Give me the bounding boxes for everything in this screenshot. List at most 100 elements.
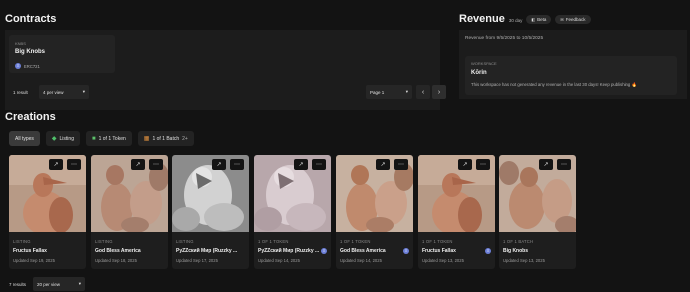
workspace-label: WORKSPACE xyxy=(471,61,497,66)
workspace-card: WORKSPACE Kōrin This workspace has not g… xyxy=(465,56,677,95)
grid-icon: ▦ xyxy=(143,136,150,142)
chevron-right-icon: › xyxy=(437,88,441,96)
creation-name: Fructus Fallax xyxy=(13,248,47,254)
creation-kind: LISTING xyxy=(95,239,113,244)
creation-tile[interactable]: ↗ ⋯ LISTING PyZZский Мир (Ruzzky ... Upd… xyxy=(172,155,249,269)
creations-title: Creations xyxy=(5,111,56,123)
more-icon: ⋯ xyxy=(234,162,240,168)
open-external-button[interactable]: ↗ xyxy=(376,159,390,170)
open-external-button[interactable]: ↗ xyxy=(212,159,226,170)
creation-tile[interactable]: ↗ ⋯ LISTING God Bless America Updated Se… xyxy=(91,155,168,269)
chevron-left-icon: ‹ xyxy=(421,88,425,96)
creations-per-view-select[interactable]: 20 per view ▾ xyxy=(33,277,85,291)
ethereum-icon: Ξ xyxy=(321,248,327,254)
creation-name: PyZZский Мир (Ruzzky ... xyxy=(176,248,238,254)
creations-result-count: 7 results xyxy=(9,282,27,287)
beta-badge: ◧ Beta xyxy=(526,14,552,24)
creation-updated: Updated Sep 14, 2025 xyxy=(340,258,382,263)
more-options-button[interactable]: ⋯ xyxy=(312,159,326,170)
contracts-result-count: 1 result xyxy=(13,90,28,95)
contracts-per-view-select[interactable]: 4 per view ▾ xyxy=(39,85,89,99)
contract-name: Big Knobs xyxy=(15,49,45,55)
external-link-icon: ↗ xyxy=(298,162,304,168)
creation-kind: LISTING xyxy=(13,239,31,244)
creation-tile[interactable]: ↗ ⋯ 1 OF 1 TOKEN God Bless America Ξ Upd… xyxy=(336,155,413,269)
more-icon: ⋯ xyxy=(316,162,322,168)
creation-name: PyZZский Мир (Ruzzky ... xyxy=(258,248,320,254)
revenue-header: Revenue 30 day ◧ Beta ✉ Feedback xyxy=(459,13,591,25)
next-page-button[interactable]: › xyxy=(432,85,446,99)
open-external-button[interactable]: ↗ xyxy=(131,159,145,170)
ethereum-icon: Ξ xyxy=(485,248,491,254)
external-link-icon: ↗ xyxy=(135,162,141,168)
creation-name: Fructus Fallax xyxy=(422,248,456,254)
external-link-icon: ↗ xyxy=(543,162,549,168)
feedback-icon: ✉ xyxy=(560,16,564,22)
creation-tile[interactable]: ↗ ⋯ 1 OF 1 TOKEN PyZZский Мир (Ruzzky ..… xyxy=(254,155,331,269)
chevron-down-icon: ▾ xyxy=(78,281,81,286)
external-link-icon: ↗ xyxy=(53,162,59,168)
creation-updated: Updated Sep 18, 2025 xyxy=(95,258,137,263)
workspace-name: Kōrin xyxy=(471,70,487,76)
revenue-title: Revenue xyxy=(459,13,505,25)
more-icon: ⋯ xyxy=(71,162,77,168)
creation-updated: Updated Sep 14, 2025 xyxy=(258,258,300,263)
more-options-button[interactable]: ⋯ xyxy=(557,159,571,170)
creation-kind: 1 OF 1 BATCH xyxy=(503,239,534,244)
chevron-down-icon: ▾ xyxy=(405,89,408,94)
more-icon: ⋯ xyxy=(153,162,159,168)
open-external-button[interactable]: ↗ xyxy=(539,159,553,170)
revenue-range: Revenue from 9/5/2025 to 10/5/2025 xyxy=(465,36,544,41)
creation-updated: Updated Sep 13, 2025 xyxy=(422,258,464,263)
chevron-down-icon: ▾ xyxy=(82,89,85,94)
creation-name: God Bless America xyxy=(340,248,386,254)
more-options-button[interactable]: ⋯ xyxy=(149,159,163,170)
more-options-button[interactable]: ⋯ xyxy=(230,159,244,170)
type-filter-bar: All types ◆ Listing ■ 1 of 1 Token ▦ 1 of 1… xyxy=(9,131,194,146)
creation-tile[interactable]: ↗ ⋯ 1 OF 1 TOKEN Fructus Fallax Ξ Update… xyxy=(418,155,495,269)
open-external-button[interactable]: ↗ xyxy=(294,159,308,170)
beta-icon: ◧ xyxy=(531,16,536,22)
contract-card[interactable]: KNBS Big Knobs Ξ ERC721 xyxy=(9,35,115,73)
tag-icon: ◆ xyxy=(51,136,57,142)
creation-kind: 1 OF 1 TOKEN xyxy=(422,239,453,244)
creation-tile[interactable]: ↗ ⋯ 1 OF 1 BATCH Big Knobs Updated Sep 1… xyxy=(499,155,576,269)
open-external-button[interactable]: ↗ xyxy=(49,159,63,170)
filter-listing[interactable]: ◆ Listing xyxy=(45,131,80,146)
external-link-icon: ↗ xyxy=(380,162,386,168)
more-icon: ⋯ xyxy=(480,162,486,168)
external-link-icon: ↗ xyxy=(216,162,222,168)
more-options-button[interactable]: ⋯ xyxy=(476,159,490,170)
contract-standard: ERC721 xyxy=(24,63,40,69)
filter-1of1-token[interactable]: ■ 1 of 1 Token xyxy=(85,131,132,146)
revenue-panel: Revenue from 9/5/2025 to 10/5/2025 WORKS… xyxy=(459,30,687,99)
more-icon: ⋯ xyxy=(398,162,404,168)
contracts-title: Contracts xyxy=(5,13,57,25)
open-external-button[interactable]: ↗ xyxy=(458,159,472,170)
creation-kind: LISTING xyxy=(176,239,194,244)
creation-kind: 1 OF 1 TOKEN xyxy=(258,239,289,244)
token-icon: ■ xyxy=(91,135,96,142)
more-options-button[interactable]: ⋯ xyxy=(67,159,81,170)
creation-updated: Updated Sep 17, 2025 xyxy=(176,258,218,263)
workspace-message: This workspace has not generated any rev… xyxy=(471,82,637,87)
ethereum-icon: Ξ xyxy=(15,63,21,69)
more-icon: ⋯ xyxy=(561,162,567,168)
filter-1of1-batch[interactable]: ▦ 1 of 1 Batch 2+ xyxy=(137,131,194,146)
creation-name: Big Knobs xyxy=(503,248,528,254)
creation-updated: Updated Sep 19, 2025 xyxy=(13,258,55,263)
ethereum-icon: Ξ xyxy=(403,248,409,254)
creation-kind: 1 OF 1 TOKEN xyxy=(340,239,371,244)
feedback-button[interactable]: ✉ Feedback xyxy=(555,14,591,24)
contract-kind: KNBS xyxy=(15,41,26,46)
creation-name: God Bless America xyxy=(95,248,141,254)
creation-updated: Updated Sep 13, 2025 xyxy=(503,258,545,263)
contracts-panel: KNBS Big Knobs Ξ ERC721 1 result 4 per v… xyxy=(5,30,446,110)
revenue-period: 30 day xyxy=(508,17,523,23)
more-options-button[interactable]: ⋯ xyxy=(394,159,408,170)
prev-page-button[interactable]: ‹ xyxy=(416,85,430,99)
filter-all-types[interactable]: All types xyxy=(9,131,40,146)
external-link-icon: ↗ xyxy=(462,162,468,168)
creation-tile[interactable]: ↗ ⋯ LISTING Fructus Fallax Updated Sep 1… xyxy=(9,155,86,269)
contracts-page-select[interactable]: Page 1 ▾ xyxy=(366,85,412,99)
